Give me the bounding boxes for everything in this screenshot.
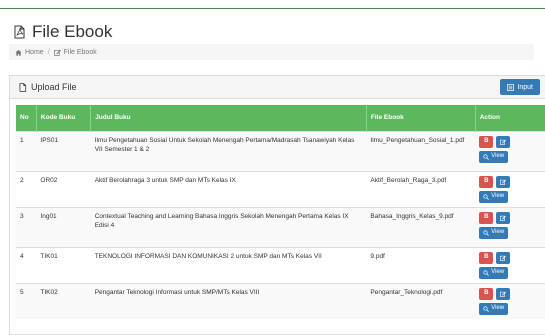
col-judul-buku: Judul Buku	[90, 105, 367, 131]
delete-button[interactable]: B	[479, 251, 494, 264]
cell-no: 3	[16, 206, 37, 247]
edit-icon	[500, 139, 507, 145]
input-button[interactable]: Input	[500, 79, 540, 95]
view-button[interactable]: View	[479, 266, 509, 279]
cell-kode: TIK01	[36, 246, 91, 283]
view-button[interactable]: View	[479, 226, 509, 239]
cell-kode: TIK02	[36, 282, 91, 319]
cell-no: 2	[16, 170, 37, 207]
cell-kode: OR02	[36, 170, 91, 207]
input-button-label: Input	[517, 83, 533, 91]
search-icon	[483, 305, 490, 312]
search-icon	[483, 153, 490, 160]
cell-kode: Ing01	[36, 206, 91, 247]
upload-panel: Upload File Input No Kode Buku Judul Buk…	[9, 75, 545, 335]
delete-button[interactable]: B	[479, 211, 494, 224]
cell-kode: IPS01	[36, 130, 91, 171]
col-action: Action	[479, 113, 500, 121]
page-title-text: File Ebook	[32, 22, 113, 41]
cell-file: Pengantar_Teknologi.pdf	[366, 282, 476, 319]
cell-action: B View	[475, 170, 545, 207]
edit-button[interactable]	[496, 251, 511, 264]
breadcrumb-current-label: File Ebook	[63, 48, 97, 56]
cell-judul: TEKNOLOGI INFORMASI DAN KOMUNIKASI 2 unt…	[90, 246, 367, 283]
col-no: No	[16, 105, 37, 131]
ebook-table: No Kode Buku Judul Buku File Ebook Actio…	[16, 105, 545, 319]
cell-action: B View	[475, 282, 545, 319]
view-button[interactable]: View	[479, 302, 509, 315]
cell-action: B View	[475, 246, 545, 283]
breadcrumb-home-label: Home	[25, 48, 44, 56]
cell-action: B View	[475, 130, 545, 171]
edit-icon	[500, 215, 507, 221]
table-header-row: No Kode Buku Judul Buku File Ebook Actio…	[16, 105, 545, 131]
file-pdf-icon	[14, 25, 25, 39]
cell-no: 5	[16, 282, 37, 319]
cell-judul: Ilmu Pengetahuan Sosial Untuk Sekolah Me…	[90, 130, 367, 171]
edit-icon	[500, 179, 507, 185]
table-row: 4 TIK01 TEKNOLOGI INFORMASI DAN KOMUNIKA…	[16, 246, 545, 283]
top-divider	[0, 8, 545, 9]
cell-file: Aktif_Berolah_Raga_3.pdf	[366, 170, 476, 207]
cell-judul: Aktif Berolahraga 3 untuk SMP dan MTs Ke…	[90, 170, 367, 207]
edit-icon	[53, 49, 61, 56]
search-icon	[483, 229, 490, 236]
col-file-ebook: File Ebook	[366, 105, 476, 131]
list-icon	[507, 83, 515, 91]
page-title: File Ebook	[12, 22, 112, 42]
view-button-label: View	[491, 305, 505, 311]
delete-button[interactable]: B	[479, 175, 494, 188]
view-button-label: View	[491, 193, 505, 199]
search-icon	[483, 193, 490, 200]
file-pdf-icon	[19, 82, 27, 92]
edit-button[interactable]	[496, 287, 511, 300]
edit-button[interactable]	[496, 211, 511, 224]
table-row: 5 TIK02 Pengantar Teknologi Informasi un…	[16, 282, 545, 319]
cell-judul: Pengantar Teknologi Informasi untuk SMP/…	[90, 282, 367, 319]
search-icon	[483, 269, 490, 276]
cell-no: 4	[16, 246, 37, 283]
view-button-label: View	[491, 269, 505, 275]
table-row: 1 IPS01 Ilmu Pengetahuan Sosial Untuk Se…	[16, 130, 545, 171]
breadcrumb-home[interactable]: Home	[15, 49, 44, 56]
panel-heading: Upload File	[10, 76, 545, 99]
view-button[interactable]: View	[479, 190, 509, 203]
view-button-label: View	[491, 229, 505, 235]
cell-file: Bahasa_Inggris_Kelas_9.pdf	[366, 206, 476, 247]
table-row: 2 OR02 Aktif Berolahraga 3 untuk SMP dan…	[16, 170, 545, 207]
edit-icon	[500, 291, 507, 297]
cell-judul: Contextual Teaching and Learning Bahasa …	[90, 206, 367, 247]
col-kode-buku: Kode Buku	[36, 105, 92, 131]
panel-heading-text: Upload File	[31, 82, 77, 92]
breadcrumb: Home / File Ebook	[9, 44, 534, 60]
cell-file: Ilmu_Pengetahuan_Sosial_1.pdf	[366, 130, 476, 171]
breadcrumb-separator: /	[47, 48, 50, 56]
edit-button[interactable]	[496, 175, 511, 188]
view-button[interactable]: View	[479, 150, 509, 163]
edit-icon	[500, 255, 507, 261]
cell-no: 1	[16, 130, 37, 171]
home-icon	[15, 49, 22, 56]
view-button-label: View	[491, 153, 505, 159]
table-row: 3 Ing01 Contextual Teaching and Learning…	[16, 206, 545, 247]
breadcrumb-current: File Ebook	[53, 48, 97, 56]
delete-button[interactable]: B	[479, 287, 494, 300]
delete-button[interactable]: B	[479, 135, 494, 148]
edit-button[interactable]	[496, 135, 511, 148]
cell-action: B View	[475, 206, 545, 247]
cell-file: 9.pdf	[366, 246, 476, 283]
